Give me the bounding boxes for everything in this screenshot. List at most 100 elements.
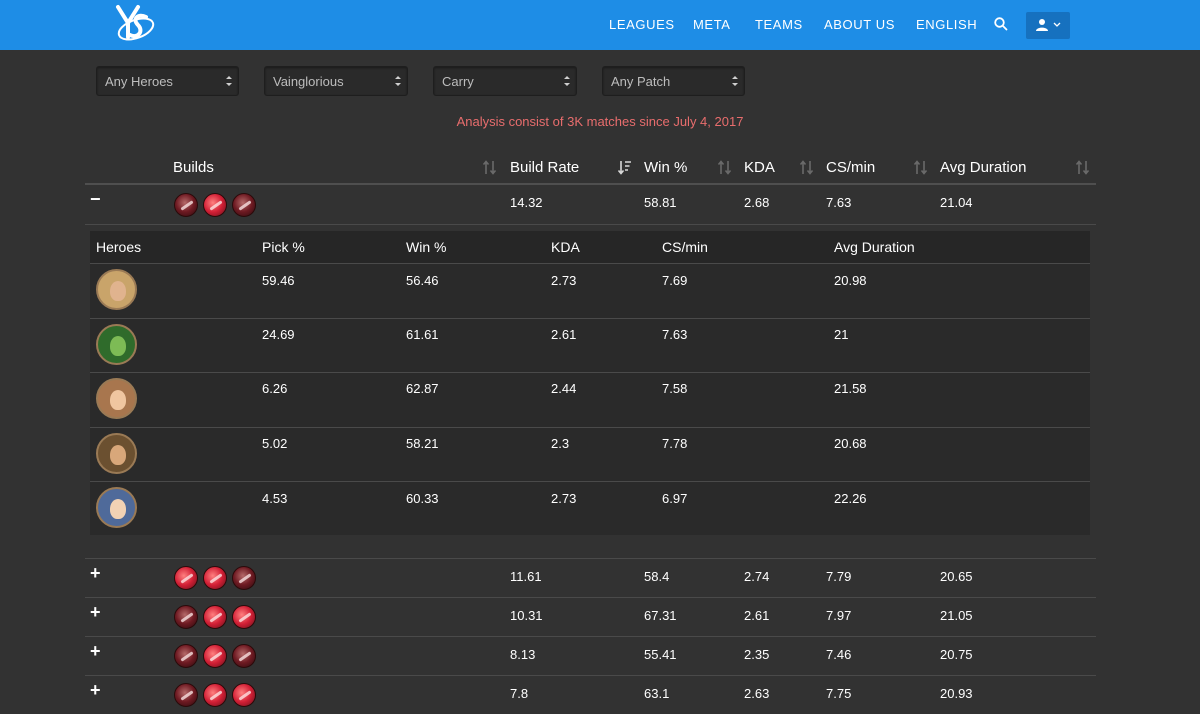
heroes-filter-value: Any Heroes: [105, 74, 173, 89]
select-arrows-icon: [564, 76, 570, 86]
tier-filter-select[interactable]: Vainglorious: [264, 66, 408, 96]
row-divider: [85, 558, 1096, 559]
kda-value: 2.61: [744, 608, 770, 623]
cs-min-value: 7.97: [826, 608, 852, 623]
user-menu-button[interactable]: [1026, 12, 1070, 39]
hero-avatar[interactable]: [96, 378, 137, 419]
search-icon[interactable]: [993, 16, 1009, 32]
build-rate-value: 14.32: [510, 195, 543, 210]
win-rate-value: 58.21: [406, 436, 439, 451]
item-icon: [232, 644, 256, 668]
avg-duration-value: 21.58: [834, 381, 867, 396]
hero-avatar[interactable]: [96, 324, 137, 365]
sort-icon[interactable]: [483, 160, 497, 175]
item-icon: [174, 644, 198, 668]
row-divider: [90, 427, 1090, 428]
select-arrows-icon: [226, 76, 232, 86]
hero-avatar[interactable]: [96, 433, 137, 474]
cs-min-value: 7.78: [662, 436, 688, 451]
hero-avatar[interactable]: [96, 487, 137, 528]
item-icon: [232, 605, 256, 629]
nav-leagues-link[interactable]: LEAGUES: [609, 17, 675, 32]
sub-header-avg-duration: Avg Duration: [834, 239, 915, 255]
sub-header-cs-min: CS/min: [662, 239, 708, 255]
avg-duration-value: 20.98: [834, 273, 867, 288]
hero-breakdown-header: [90, 231, 1090, 264]
win-rate-value: 60.33: [406, 491, 439, 506]
row-divider: [85, 675, 1096, 676]
column-header-win-rate[interactable]: Win %: [644, 159, 687, 176]
cs-min-value: 7.75: [826, 686, 852, 701]
row-divider: [90, 372, 1090, 373]
role-filter-select[interactable]: Carry: [433, 66, 577, 96]
heroes-filter-select[interactable]: Any Heroes: [96, 66, 239, 96]
chevron-down-icon: [1053, 22, 1061, 27]
sub-header-pick-rate: Pick %: [262, 239, 305, 255]
item-icon: [203, 683, 227, 707]
sort-icon[interactable]: [1076, 160, 1090, 175]
column-header-avg-duration[interactable]: Avg Duration: [940, 159, 1026, 176]
build-rate-value: 11.61: [510, 569, 542, 584]
avg-duration-value: 21.04: [940, 195, 973, 210]
sort-icon[interactable]: [914, 160, 928, 175]
avg-duration-value: 20.65: [940, 569, 973, 584]
nav-about-link[interactable]: ABOUT US: [824, 17, 895, 32]
sort-desc-icon[interactable]: [618, 160, 632, 175]
hero-breakdown-panel: [90, 231, 1090, 535]
kda-value: 2.63: [744, 686, 770, 701]
item-icon: [232, 566, 256, 590]
select-arrows-icon: [395, 76, 401, 86]
win-rate-value: 67.31: [644, 608, 677, 623]
kda-value: 2.3: [551, 436, 570, 451]
win-rate-value: 63.1: [644, 686, 670, 701]
header-divider: [85, 183, 1096, 185]
kda-value: 2.73: [551, 273, 577, 288]
sub-header-heroes: Heroes: [96, 239, 142, 255]
cs-min-value: 7.58: [662, 381, 688, 396]
sub-header-divider: [90, 263, 1090, 264]
kda-value: 2.35: [744, 647, 770, 662]
sort-icon[interactable]: [800, 160, 814, 175]
avg-duration-value: 22.26: [834, 491, 867, 506]
win-rate-value: 58.81: [644, 195, 677, 210]
user-icon: [1036, 19, 1048, 31]
item-icon: [174, 566, 198, 590]
expand-row-button[interactable]: +: [90, 681, 101, 699]
build-rate-value: 8.13: [510, 647, 536, 662]
column-header-build-rate[interactable]: Build Rate: [510, 159, 579, 176]
row-divider: [85, 224, 1096, 225]
sort-icon[interactable]: [718, 160, 732, 175]
hero-avatar[interactable]: [96, 269, 137, 310]
nav-language-link[interactable]: ENGLISH: [916, 17, 977, 32]
item-icon: [174, 605, 198, 629]
kda-value: 2.74: [744, 569, 770, 584]
nav-teams-link[interactable]: TEAMS: [755, 17, 803, 32]
cs-min-value: 7.63: [826, 195, 852, 210]
column-header-builds[interactable]: Builds: [173, 159, 214, 176]
row-divider: [90, 481, 1090, 482]
avg-duration-value: 21.05: [940, 608, 973, 623]
expand-row-button[interactable]: +: [90, 603, 101, 621]
vainsocial-logo-icon[interactable]: [110, 3, 158, 47]
collapse-row-button[interactable]: −: [90, 190, 101, 208]
row-divider: [90, 318, 1090, 319]
column-header-kda[interactable]: KDA: [744, 159, 775, 176]
kda-value: 2.73: [551, 491, 577, 506]
patch-filter-select[interactable]: Any Patch: [602, 66, 745, 96]
patch-filter-value: Any Patch: [611, 74, 671, 89]
pick-rate-value: 5.02: [262, 436, 288, 451]
pick-rate-value: 4.53: [262, 491, 288, 506]
cs-min-value: 7.69: [662, 273, 688, 288]
expand-row-button[interactable]: +: [90, 642, 101, 660]
avg-duration-value: 20.68: [834, 436, 867, 451]
sub-header-win-rate: Win %: [406, 239, 447, 255]
cs-min-value: 7.63: [662, 327, 688, 342]
kda-value: 2.68: [744, 195, 770, 210]
top-navbar: LEAGUES META TEAMS ABOUT US ENGLISH: [0, 0, 1200, 50]
cs-min-value: 7.79: [826, 569, 852, 584]
nav-meta-link[interactable]: META: [693, 17, 731, 32]
cs-min-value: 7.46: [826, 647, 852, 662]
expand-row-button[interactable]: +: [90, 564, 101, 582]
item-icon: [203, 566, 227, 590]
column-header-cs-min[interactable]: CS/min: [826, 159, 875, 176]
